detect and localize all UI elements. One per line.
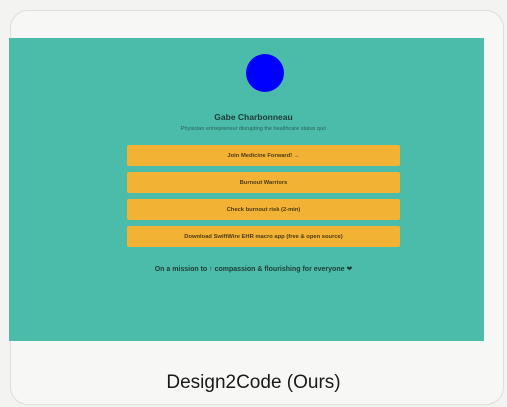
join-medicine-forward-button[interactable]: Join Medicine Forward! → [127, 145, 400, 166]
burnout-warriors-button[interactable]: Burnout Warriors [127, 172, 400, 193]
check-burnout-risk-button[interactable]: Check burnout risk (2-min) [127, 199, 400, 220]
profile-tagline: Physician entrepreneur disrupting the he… [180, 126, 327, 132]
mission-statement: On a mission to ↑ compassion & flourishi… [154, 266, 353, 273]
caption: Design2Code (Ours) [166, 372, 341, 393]
download-swiftwire-button[interactable]: Download SwiftWire EHR macro app (free &… [127, 226, 400, 247]
profile-name: Gabe Charbonneau [214, 112, 293, 122]
avatar [246, 54, 284, 92]
